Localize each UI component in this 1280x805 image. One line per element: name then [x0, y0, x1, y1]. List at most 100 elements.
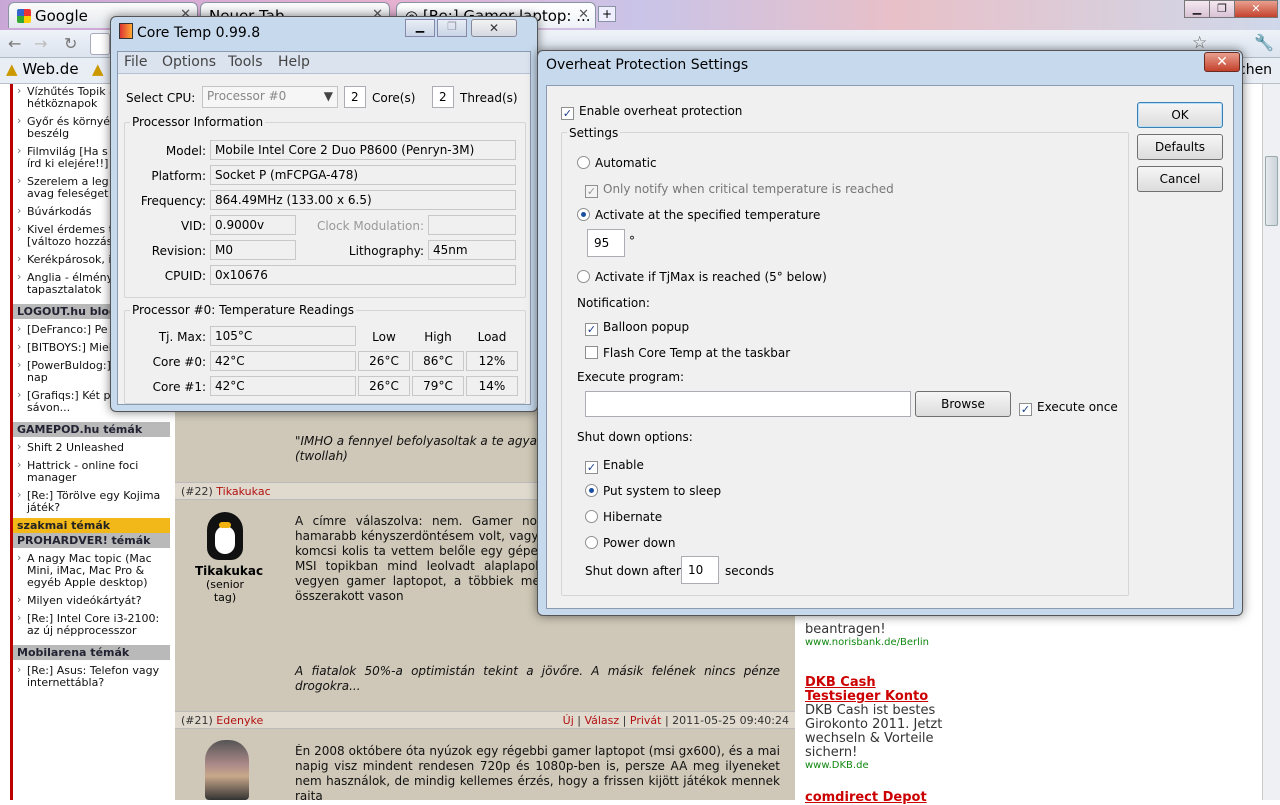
ad-url[interactable]: www.DKB.de — [805, 760, 869, 771]
cancel-button[interactable]: Cancel — [1137, 166, 1223, 192]
core1-high: 79°C — [412, 376, 464, 396]
gamepod-list: Shift 2 UnleashedHattrick - online foci … — [13, 440, 170, 518]
gamepod-header: GAMEPOD.hu témák — [13, 422, 170, 437]
post-21-header: (#21) Edenyke Új | Válasz | Privát | 201… — [175, 711, 795, 729]
google-favicon — [17, 9, 31, 23]
reload-icon[interactable]: ↻ — [64, 34, 77, 53]
menu-options[interactable]: Options — [162, 54, 216, 70]
close-button[interactable]: ✕ — [471, 19, 517, 37]
scrollbar-thumb[interactable] — [1265, 156, 1278, 226]
settings-group — [561, 132, 1129, 596]
browse-button[interactable]: Browse — [915, 391, 1011, 417]
szakmai-header: szakmai témák — [13, 518, 170, 533]
sidebar-link[interactable]: Hattrick - online foci manager — [13, 458, 170, 488]
mobilarena-list: [Re:] Asus: Telefon vagy internettábla? — [13, 663, 170, 693]
wrench-icon[interactable]: 🔧 — [1254, 33, 1274, 52]
enable-overheat-checkbox[interactable]: ✓ Enable overheat protection — [561, 102, 742, 120]
activate-tjmax-radio[interactable]: Activate if TjMax is reached (5° below) — [577, 268, 827, 286]
omnibox[interactable] — [90, 33, 110, 55]
only-notify-checkbox[interactable]: ✓ Only notify when critical temperature i… — [585, 180, 894, 198]
tux-avatar-icon — [207, 512, 243, 560]
flash-taskbar-checkbox[interactable]: Flash Core Temp at the taskbar — [585, 344, 790, 362]
coretemp-client: File Options Tools Help Select CPU: Proc… — [117, 51, 531, 405]
avatar — [205, 740, 249, 800]
bookmark-icon: ▲ — [6, 60, 18, 78]
bookmark-icon[interactable]: ▲ — [92, 60, 104, 78]
back-icon[interactable]: ← — [8, 34, 21, 53]
shutdown-enable-checkbox[interactable]: ✓ Enable — [585, 456, 644, 474]
sidebar-link[interactable]: Milyen videókártyát? — [13, 593, 170, 611]
menubar: File Options Tools Help — [118, 52, 530, 74]
hibernate-radio[interactable]: Hibernate — [585, 508, 662, 526]
overheat-titlebar: Overheat Protection Settings — [546, 57, 749, 73]
core0-load: 12% — [466, 351, 518, 371]
core0-temp: 42°C — [210, 351, 356, 371]
threads-count: 2 — [432, 86, 454, 108]
sleep-radio[interactable]: Put system to sleep — [585, 482, 721, 500]
temperature-input[interactable]: 95 — [587, 229, 625, 257]
sidebar-link[interactable]: Shift 2 Unleashed — [13, 440, 170, 458]
ad-title-link[interactable]: comdirect Depot — [805, 790, 927, 805]
maximize-button[interactable]: ❐ — [1209, 0, 1235, 18]
cpuid-value: 0x10676 — [210, 265, 516, 285]
prohardver-list: A nagy Mac topic (Mac Mini, iMac, Mac Pr… — [13, 551, 170, 641]
private-link[interactable]: Privát — [630, 714, 662, 727]
core1-temp: 42°C — [210, 376, 356, 396]
close-icon[interactable]: ✕ — [578, 7, 589, 22]
check-icon: ✓ — [1019, 403, 1032, 416]
dropdown-arrow-icon: ▼ — [323, 89, 333, 103]
overheat-client: ✓ Enable overheat protection Settings Aut… — [546, 85, 1234, 609]
mobilarena-header: Mobilarena témák — [13, 645, 170, 660]
post-date: 2011-05-25 09:40:24 — [672, 714, 789, 727]
sidebar-link[interactable]: [Re:] Intel Core i3-2100: az új népproce… — [13, 611, 170, 641]
shutdown-seconds-input[interactable]: 10 — [681, 556, 719, 584]
core1-load: 14% — [466, 376, 518, 396]
vid-value: 0.9000v — [210, 215, 296, 235]
post-author-link[interactable]: Edenyke — [216, 714, 263, 727]
reply-link[interactable]: Válasz — [584, 714, 619, 727]
new-tab-button[interactable]: + — [598, 6, 616, 22]
ad-title-link[interactable]: DKB Cash Testsieger Konto — [805, 676, 955, 704]
balloon-popup-checkbox[interactable]: ✓ Balloon popup — [585, 318, 689, 336]
check-icon: ✓ — [585, 185, 598, 198]
page-scrollbar[interactable] — [1262, 84, 1280, 800]
menu-help[interactable]: Help — [278, 54, 310, 70]
check-icon: ✓ — [585, 323, 598, 336]
check-icon: ✓ — [561, 107, 574, 120]
ok-button[interactable]: OK — [1137, 102, 1223, 128]
forward-icon[interactable]: → — [34, 34, 47, 53]
close-window-button[interactable]: ✕ — [1234, 0, 1278, 18]
core0-high: 86°C — [412, 351, 464, 371]
post-author-link[interactable]: Tikakukac — [216, 485, 270, 498]
sidebar-link[interactable]: [Re:] Asus: Telefon vagy internettábla? — [13, 663, 170, 693]
defaults-button[interactable]: Defaults — [1137, 134, 1223, 160]
new-link[interactable]: Új — [563, 714, 574, 727]
execute-program-input[interactable] — [585, 391, 911, 417]
core0-low: 26°C — [358, 351, 410, 371]
sidebar-link[interactable]: [Re:] Törölve egy Kojima játék? — [13, 488, 170, 518]
power-down-radio[interactable]: Power down — [585, 534, 675, 552]
ad-url[interactable]: www.norisbank.de/Berlin — [805, 637, 929, 648]
clock-modulation-value — [428, 215, 516, 235]
activate-specified-radio[interactable]: Activate at the specified temperature — [577, 206, 820, 224]
avatar: Tikakukac (senior tag) — [195, 512, 263, 604]
platform-value: Socket P (mFCPGA-478) — [210, 165, 516, 185]
lithography-value: 45nm — [428, 240, 516, 260]
check-icon: ✓ — [585, 461, 598, 474]
automatic-radio[interactable]: Automatic — [577, 154, 657, 172]
sidebar-link[interactable]: A nagy Mac topic (Mac Mini, iMac, Mac Pr… — [13, 551, 170, 593]
revision-value: M0 — [210, 240, 296, 260]
execute-once-checkbox[interactable]: ✓ Execute once — [1019, 398, 1118, 416]
overheat-dialog: Overheat Protection Settings ✕ ✓ Enable o… — [537, 50, 1243, 616]
bookmark-webde[interactable]: ▲ Web.de — [6, 60, 79, 78]
menu-file[interactable]: File — [124, 54, 147, 70]
bookmark-other[interactable]: chen — [1238, 62, 1272, 78]
minimize-button[interactable]: ▁ — [405, 19, 435, 37]
close-button[interactable]: ✕ — [1204, 52, 1240, 72]
post-21-text: Én 2008 októbere óta nyúzok egy régebbi … — [295, 744, 780, 800]
menu-tools[interactable]: Tools — [228, 54, 263, 70]
minimize-button[interactable]: ▁ — [1184, 0, 1210, 18]
maximize-button[interactable]: ❐ — [437, 19, 467, 37]
cpu-select[interactable]: Processor #0 ▼ — [202, 86, 338, 108]
tjmax-value: 105°C — [210, 326, 356, 346]
